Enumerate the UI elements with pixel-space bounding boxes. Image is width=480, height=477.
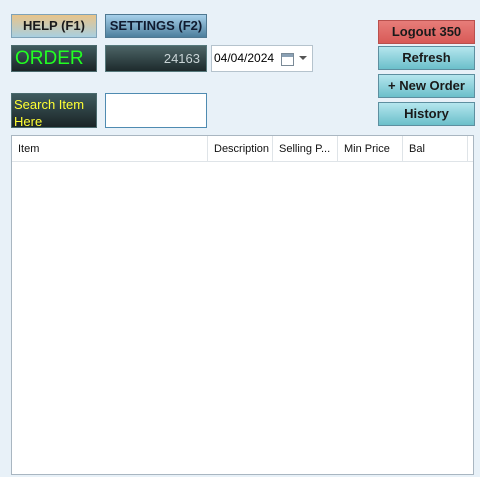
- order-date-picker[interactable]: 04/04/2024: [211, 45, 313, 72]
- order-label: ORDER: [11, 45, 97, 72]
- history-button[interactable]: History: [378, 102, 475, 126]
- search-input[interactable]: [105, 93, 207, 128]
- items-table[interactable]: Item Description Selling P... Min Price …: [11, 135, 474, 475]
- settings-button[interactable]: SETTINGS (F2): [105, 14, 207, 38]
- column-header-selling-price[interactable]: Selling P...: [273, 136, 338, 161]
- table-header: Item Description Selling P... Min Price …: [12, 136, 473, 162]
- column-header-item[interactable]: Item: [12, 136, 208, 161]
- logout-button[interactable]: Logout 350: [378, 20, 475, 44]
- column-header-min-price[interactable]: Min Price: [338, 136, 403, 161]
- calendar-icon[interactable]: [281, 53, 294, 66]
- column-header-description[interactable]: Description: [208, 136, 273, 161]
- column-header-balance[interactable]: Bal: [403, 136, 468, 161]
- order-number-field: 24163: [105, 45, 207, 72]
- help-button[interactable]: HELP (F1): [11, 14, 97, 38]
- new-order-button[interactable]: + New Order: [378, 74, 475, 98]
- search-label: Search Item Here: [11, 93, 97, 129]
- order-date-value: 04/04/2024: [214, 51, 275, 65]
- chevron-down-icon[interactable]: [299, 56, 307, 60]
- refresh-button[interactable]: Refresh: [378, 46, 475, 70]
